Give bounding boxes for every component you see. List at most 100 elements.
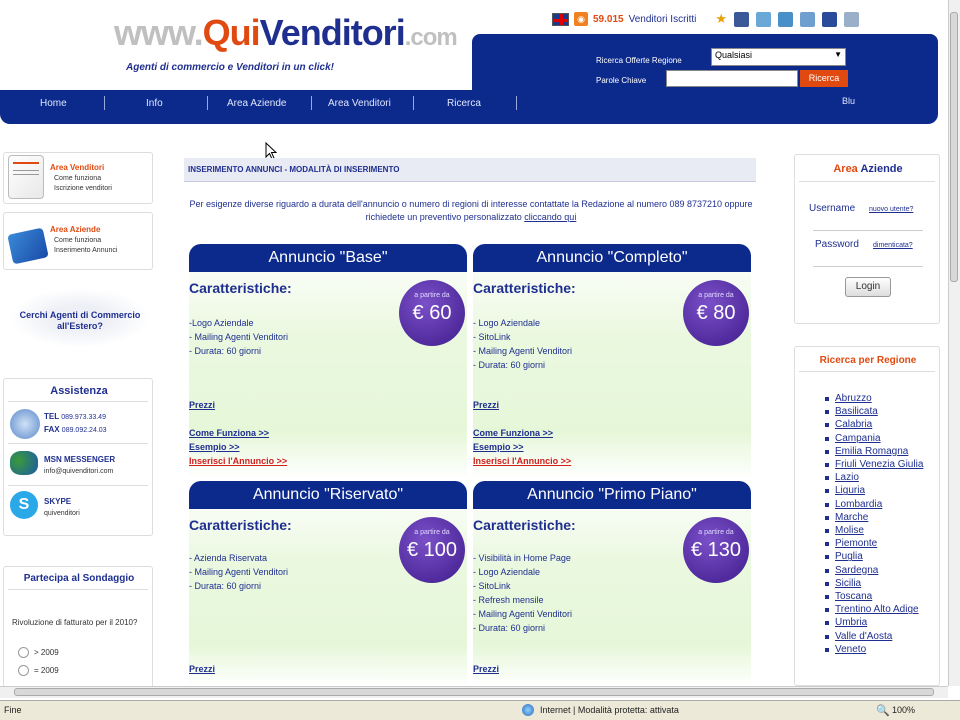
prices-link[interactable]: Prezzi bbox=[189, 400, 215, 410]
divider bbox=[799, 181, 935, 182]
ad-card-title: Annuncio "Primo Piano" bbox=[473, 481, 751, 509]
nav-separator bbox=[516, 96, 517, 110]
twitter-icon[interactable] bbox=[756, 11, 772, 27]
region-item[interactable]: Sicilia bbox=[823, 577, 923, 590]
region-select-value: Qualsiasi bbox=[715, 50, 753, 60]
region-item[interactable]: Valle d'Aosta bbox=[823, 630, 923, 643]
region-item[interactable]: Sardegna bbox=[823, 564, 923, 577]
prices-link[interactable]: Prezzi bbox=[473, 664, 499, 674]
region-item[interactable]: Liguria bbox=[823, 484, 923, 497]
rss-icon[interactable]: ◉ bbox=[574, 12, 588, 26]
vertical-scroll-thumb[interactable] bbox=[950, 12, 958, 282]
nav-home[interactable]: Home bbox=[40, 98, 67, 109]
favorite-star-icon[interactable]: ★ bbox=[715, 11, 727, 27]
how-it-works-link[interactable]: Come Funziona >> bbox=[473, 428, 553, 438]
search-button[interactable]: Ricerca bbox=[800, 70, 848, 87]
password-input[interactable] bbox=[813, 253, 923, 267]
divider bbox=[8, 443, 148, 444]
region-item[interactable]: Molise bbox=[823, 524, 923, 537]
example-link[interactable]: Esempio >> bbox=[189, 442, 240, 452]
region-item[interactable]: Campania bbox=[823, 432, 923, 445]
feature-item: - Refresh mensile bbox=[473, 595, 544, 605]
price-prefix: a partire da bbox=[414, 292, 450, 299]
vendor-area-line2: Iscrizione venditori bbox=[54, 185, 112, 192]
credit-card-icon bbox=[7, 227, 49, 265]
new-user-link[interactable]: nuovo utente? bbox=[869, 206, 913, 213]
region-item[interactable]: Emilia Romagna bbox=[823, 445, 923, 458]
features-title: Caratteristiche: bbox=[473, 280, 576, 296]
site-logo[interactable]: www.QuiVenditori.com bbox=[114, 12, 458, 54]
region-item[interactable]: Umbria bbox=[823, 616, 923, 629]
mail-icon[interactable] bbox=[844, 11, 860, 27]
feature-item: - Mailing Agenti Venditori bbox=[473, 609, 573, 619]
share-icon[interactable] bbox=[778, 11, 794, 27]
how-it-works-link[interactable]: Come Funziona >> bbox=[189, 428, 269, 438]
feature-item: - Mailing Agenti Venditori bbox=[473, 346, 573, 356]
poll-box: Partecipa al Sondaggio Rivoluzione di fa… bbox=[3, 566, 153, 686]
login-button[interactable]: Login bbox=[845, 277, 891, 297]
example-link[interactable]: Esempio >> bbox=[473, 442, 524, 452]
region-item[interactable]: Abruzzo bbox=[823, 392, 923, 405]
region-item[interactable]: Piemonte bbox=[823, 537, 923, 550]
keyword-input[interactable] bbox=[666, 70, 798, 87]
region-item[interactable]: Puglia bbox=[823, 550, 923, 563]
features-title: Caratteristiche: bbox=[473, 517, 576, 533]
region-item[interactable]: Marche bbox=[823, 511, 923, 524]
fax-line: FAX 089.092.24.03 bbox=[44, 425, 107, 434]
price-prefix: a partire da bbox=[698, 529, 734, 536]
insert-ad-link[interactable]: Inserisci l'Annuncio >> bbox=[473, 456, 571, 466]
region-item[interactable]: Toscana bbox=[823, 590, 923, 603]
region-item[interactable]: Lazio bbox=[823, 471, 923, 484]
subscriber-label: Venditori Iscritti bbox=[628, 13, 697, 25]
site-tagline: Agenti di commercio e Venditori in un cl… bbox=[126, 62, 334, 73]
ad-card-complete: Annuncio "Completo" Caratteristiche: a p… bbox=[473, 244, 751, 479]
assistance-box: Assistenza TEL 089.973.33.49 FAX 089.092… bbox=[3, 378, 153, 536]
nav-right-text[interactable]: Blu bbox=[842, 96, 855, 106]
document-icon bbox=[8, 155, 44, 199]
bookmark-icon[interactable] bbox=[800, 11, 816, 27]
feature-item: - Logo Aziendale bbox=[473, 318, 541, 328]
features-title: Caratteristiche: bbox=[189, 517, 292, 533]
nav-area-venditori[interactable]: Area Venditori bbox=[328, 98, 391, 109]
region-item[interactable]: Lombardia bbox=[823, 498, 923, 511]
intro-text: Per esigenze diverse riguardo a durata d… bbox=[186, 198, 756, 224]
msn-address[interactable]: info@quivenditori.com bbox=[44, 468, 113, 475]
region-item[interactable]: Veneto bbox=[823, 643, 923, 656]
forgot-password-link[interactable]: dimenticata? bbox=[873, 242, 913, 249]
nav-area-aziende[interactable]: Area Aziende bbox=[227, 98, 287, 109]
nav-info[interactable]: Info bbox=[146, 98, 163, 109]
skype-id[interactable]: quivenditori bbox=[44, 510, 80, 517]
features-title: Caratteristiche: bbox=[189, 280, 292, 296]
insert-ad-link[interactable]: Inserisci l'Annuncio >> bbox=[189, 456, 287, 466]
vendor-area-box[interactable]: Area Venditori Come funziona Iscrizione … bbox=[3, 152, 153, 204]
nav-separator bbox=[311, 96, 312, 110]
nav-ricerca[interactable]: Ricerca bbox=[447, 98, 481, 109]
subscriber-count: 59.015 bbox=[593, 13, 624, 25]
region-item[interactable]: Friuli Venezia Giulia bbox=[823, 458, 923, 471]
divider bbox=[8, 589, 148, 590]
english-flag-icon[interactable] bbox=[552, 12, 569, 26]
msn-title: MSN MESSENGER bbox=[44, 455, 116, 464]
quote-link[interactable]: cliccando qui bbox=[524, 212, 576, 222]
delicious-icon[interactable] bbox=[822, 11, 838, 27]
tel-line: TEL 089.973.33.49 bbox=[44, 412, 106, 421]
login-title: Area Aziende bbox=[833, 163, 903, 175]
prices-link[interactable]: Prezzi bbox=[473, 400, 499, 410]
poll-option-1-label: > 2009 bbox=[34, 648, 59, 657]
region-item[interactable]: Calabria bbox=[823, 418, 923, 431]
zoom-level[interactable]: 100% bbox=[892, 705, 915, 715]
feature-item: - Mailing Agenti Venditori bbox=[189, 567, 289, 577]
main-nav: Home Info Area Aziende Area Venditori Ri… bbox=[0, 90, 938, 124]
poll-option-1-radio[interactable] bbox=[18, 647, 29, 658]
region-item[interactable]: Trentino Alto Adige bbox=[823, 603, 923, 616]
horizontal-scroll-thumb[interactable] bbox=[14, 688, 934, 696]
region-select[interactable]: Qualsiasi ▼ bbox=[711, 48, 846, 66]
company-area-box[interactable]: Area Aziende Come funziona Inserimento A… bbox=[3, 212, 153, 270]
poll-option-2-radio[interactable] bbox=[18, 665, 29, 676]
abroad-agents-link[interactable]: Cerchi Agenti di Commercio all'Estero? bbox=[14, 310, 146, 332]
region-item[interactable]: Basilicata bbox=[823, 405, 923, 418]
facebook-icon[interactable] bbox=[734, 11, 750, 27]
zoom-icon[interactable]: 🔍 bbox=[876, 704, 890, 717]
username-input[interactable] bbox=[813, 217, 923, 231]
prices-link[interactable]: Prezzi bbox=[189, 664, 215, 674]
